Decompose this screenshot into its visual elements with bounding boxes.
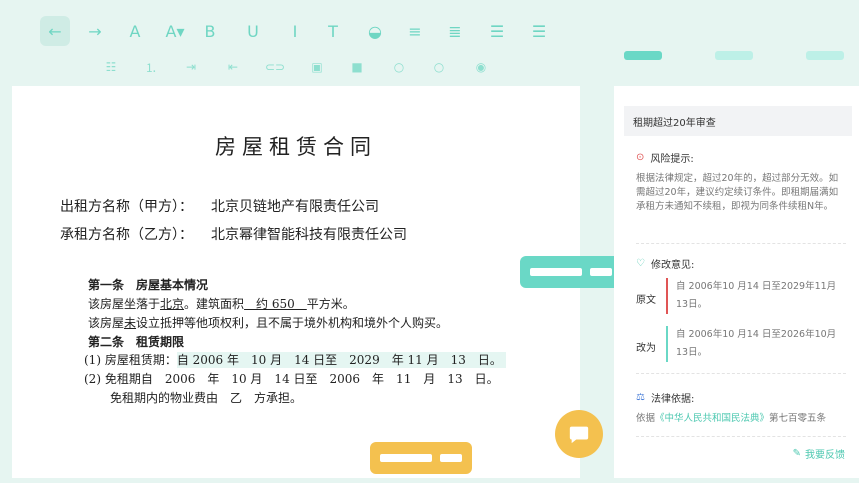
chat-bubble-icon — [569, 426, 589, 444]
contract-document[interactable]: 房屋租赁合同 出租方名称（甲方）： 北京贝链地产有限责任公司 承租方名称（乙方）：… — [12, 86, 580, 478]
edit-icon: ✎ — [792, 448, 801, 459]
align-center-icon[interactable]: ≡ — [400, 16, 430, 46]
feedback-button[interactable]: ✎ 我要反馈 — [793, 446, 845, 461]
feedback-label: 我要反馈 — [805, 450, 845, 461]
risk-section-title: ⊙ 风险提示: — [636, 150, 694, 165]
mortgage-value: 未 — [124, 316, 137, 330]
lessor-line: 出租方名称（甲方）： 北京贝链地产有限责任公司 — [60, 196, 379, 216]
link-icon[interactable]: ⊂⊃ — [264, 56, 286, 78]
lessee-label: 承租方名称（乙方）： — [60, 227, 193, 243]
clause-2-line-3: 免租期内的物业费由 乙 方承担。 — [110, 391, 303, 405]
toolbar-tab-2[interactable] — [715, 51, 753, 60]
law-article: 第七百零五条 — [769, 413, 827, 424]
law-prefix: 依据 — [636, 413, 656, 424]
document-title: 房屋租赁合同 — [215, 135, 377, 159]
area-value: 约 650 — [244, 297, 307, 311]
floating-action-gold[interactable] — [370, 442, 472, 474]
review-title: 租期超过20年审查 — [624, 106, 852, 136]
clause-1-line-1: 该房屋坐落于北京。建筑面积 约 650 平方米。 — [88, 295, 355, 312]
location-value: 北京 — [160, 297, 185, 311]
risk-text: 根据法律规定，超过20年的，超过部分无效。如需超过20年，建议约定续订条件。即租… — [636, 173, 839, 212]
indent-decrease-icon[interactable]: ⇤ — [222, 56, 244, 78]
review-panel: 租期超过20年审查 ⊙ 风险提示: 根据法律规定，超过20年的，超过部分无效。如… — [614, 86, 859, 478]
lightbulb-icon: ♡ — [636, 258, 645, 269]
circle-icon[interactable]: ○ — [388, 56, 410, 78]
law-link[interactable]: 《中华人民共和国民法典》 — [655, 413, 769, 424]
clause-1-title: 第一条 房屋基本情况 — [88, 278, 209, 292]
clause-2-line-2: (2) 免租期自 2006 年 10 月 14 日至 2006 年 11 月 1… — [84, 372, 499, 386]
change-label: 改为 — [636, 343, 656, 354]
strikethrough-icon[interactable]: T — [318, 16, 348, 46]
divider — [636, 436, 846, 437]
change-marker — [666, 326, 668, 362]
image-icon[interactable]: ▣ — [306, 56, 328, 78]
toolbar-tab-3[interactable] — [806, 51, 844, 60]
text: 该房屋坐落于 — [88, 297, 161, 311]
redo-arrow-icon[interactable]: → — [80, 16, 110, 46]
warning-icon: ⊙ — [636, 152, 645, 163]
suggestion-section-title: ♡ 修改意见: — [636, 256, 694, 271]
original-label: 原文 — [636, 295, 656, 306]
law-title-text: 法律依据: — [650, 394, 695, 405]
clause-2-title: 第二条 租赁期限 — [88, 335, 185, 349]
bold-icon[interactable]: B — [195, 16, 225, 46]
video-icon[interactable]: ■ — [346, 56, 368, 78]
lessee-line: 承租方名称（乙方）： 北京幂律智能科技有限责任公司 — [60, 224, 407, 244]
divider — [636, 243, 846, 244]
text: 设立抵押等他项权利，且不属于境外机构和境外个人购买。 — [136, 316, 449, 330]
font-size-icon[interactable]: A▾ — [160, 16, 190, 46]
font-color-icon[interactable]: A — [120, 16, 150, 46]
editor-toolbar: ← → A A▾ B U I T ◒ ≡ ≣ ☰ ☰ ☷ ⒈ ⇥ ⇤ ⊂⊃ ▣ ■ ○ ○ ◉ — [0, 0, 859, 86]
text: (1) 房屋租赁期： — [84, 353, 177, 367]
italic-icon[interactable]: I — [280, 16, 310, 46]
law-scale-icon: ⚖ — [636, 392, 645, 403]
align-left-icon[interactable]: ☰ — [482, 16, 512, 46]
underline-icon[interactable]: U — [238, 16, 268, 46]
toolbar-tab-1[interactable] — [624, 51, 662, 60]
suggestion-title-text: 修改意见: — [650, 260, 695, 271]
lessor-value: 北京贝链地产有限责任公司 — [211, 199, 379, 215]
divider — [636, 373, 846, 374]
change-text: 自 2006年10 月14 日至2026年10月13日。 — [676, 329, 837, 358]
clause-1-line-2: 该房屋未设立抵押等他项权利，且不属于境外机构和境外个人购买。 — [88, 314, 448, 331]
original-marker — [666, 278, 668, 314]
clause-2-line-1[interactable]: (1) 房屋租赁期：自 2006 年 10 月 14 日至 2029 年 11 … — [84, 351, 506, 368]
fill-color-icon[interactable]: ◒ — [360, 16, 390, 46]
text: 该房屋 — [88, 316, 125, 330]
align-right-icon[interactable]: ☰ — [524, 16, 554, 46]
undo-arrow-icon[interactable]: ← — [40, 16, 70, 46]
numbered-list-icon[interactable]: ⒈ — [140, 56, 162, 78]
indent-increase-icon[interactable]: ⇥ — [180, 56, 202, 78]
lessee-value: 北京幂律智能科技有限责任公司 — [211, 227, 407, 243]
lessor-label: 出租方名称（甲方）： — [60, 199, 193, 215]
bullet-list-icon[interactable]: ☷ — [100, 56, 122, 78]
circle-outline-icon[interactable]: ○ — [428, 56, 450, 78]
toggle-icon[interactable]: ◉ — [470, 56, 492, 78]
floating-action-teal[interactable] — [520, 256, 622, 288]
highlighted-lease-term[interactable]: 自 2006 年 10 月 14 日至 2029 年 11 月 13 日。 — [176, 352, 506, 368]
original-text: 自 2006年10 月14 日至2029年11月13日。 — [676, 281, 837, 310]
law-section-title: ⚖ 法律依据: — [636, 390, 694, 405]
law-reference: 依据《中华人民共和国民法典》第七百零五条 — [636, 412, 846, 426]
text: 。建筑面积 — [184, 297, 245, 311]
text: 平方米。 — [306, 297, 355, 311]
align-justify-icon[interactable]: ≣ — [440, 16, 470, 46]
risk-title-text: 风险提示: — [650, 154, 694, 165]
chat-button[interactable] — [555, 410, 603, 458]
